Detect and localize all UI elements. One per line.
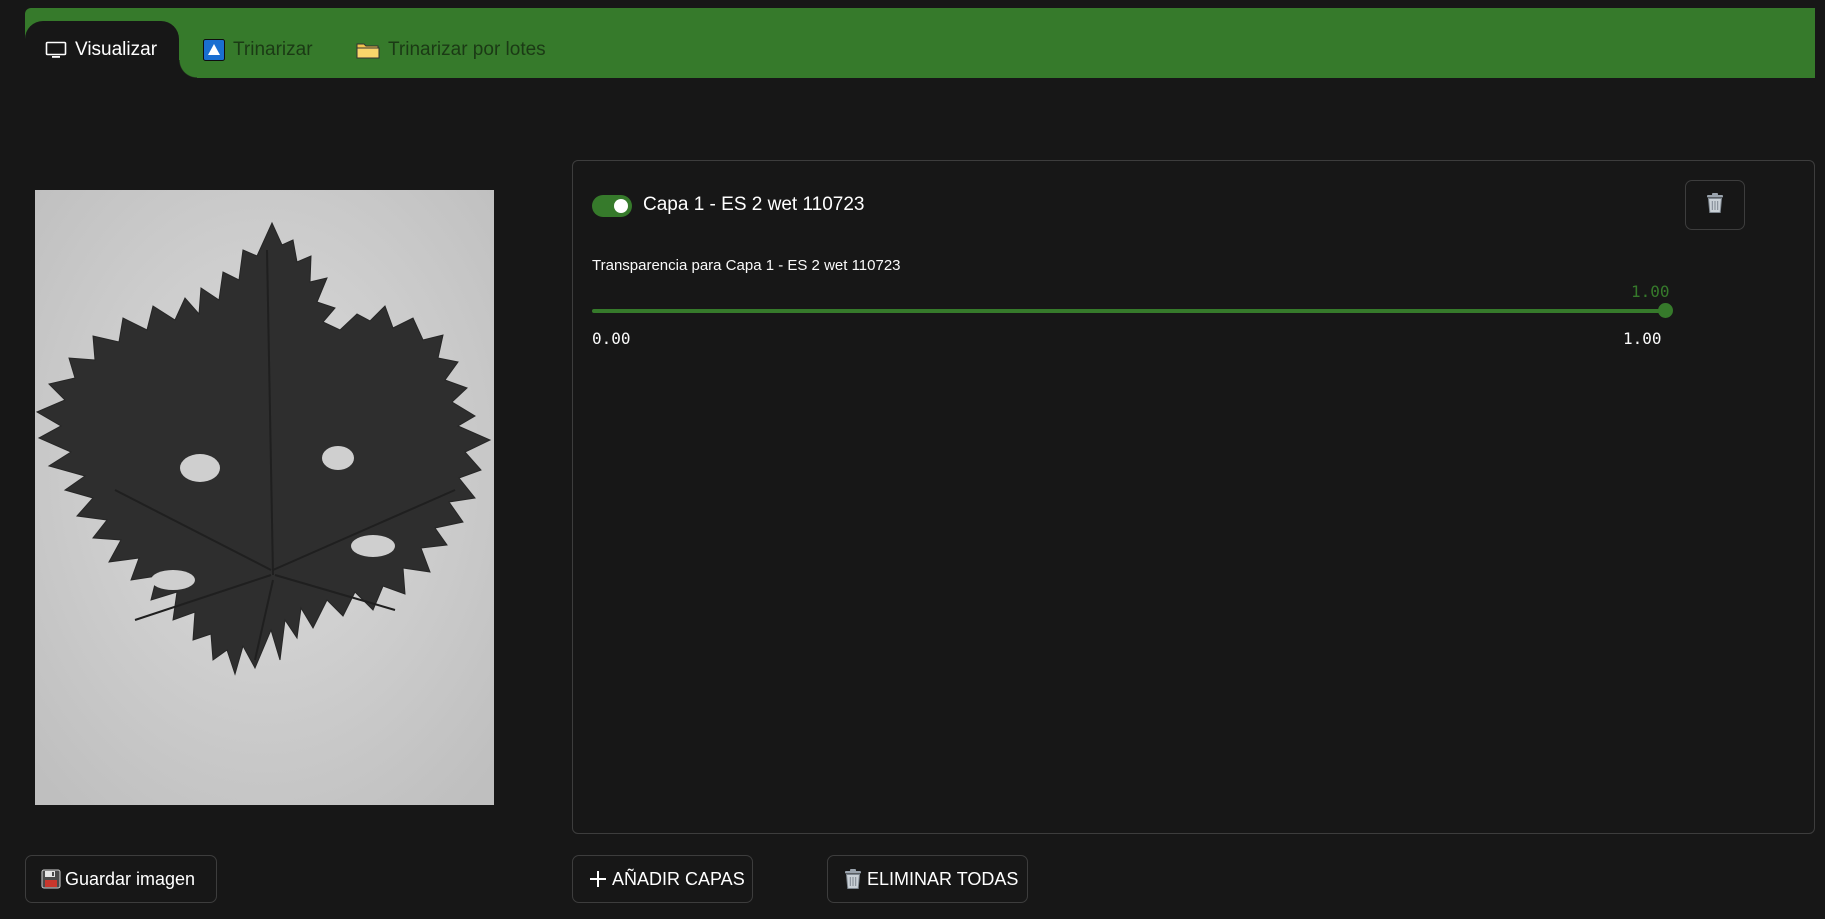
delete-all-label: ELIMINAR TODAS [867, 868, 1019, 889]
opacity-slider-thumb[interactable] [1658, 303, 1673, 318]
leaf-image [35, 190, 494, 805]
tab-label: Visualizar [75, 38, 158, 60]
triangle-icon [203, 39, 225, 61]
floppy-disk-icon [41, 869, 61, 889]
save-image-button[interactable]: Guardar imagen [25, 855, 217, 903]
opacity-slider-track[interactable] [592, 309, 1665, 313]
tab-label: Trinarizar [233, 39, 313, 60]
folder-icon [356, 41, 380, 59]
tab-trinarizar-por-lotes[interactable]: Trinarizar por lotes [356, 22, 546, 78]
add-layers-label: AÑADIR CAPAS [612, 868, 745, 889]
opacity-slider-label: Transparencia para Capa 1 - ES 2 wet 110… [592, 257, 901, 274]
tab-visualizar[interactable]: Visualizar [25, 21, 198, 78]
toggle-knob [614, 199, 628, 213]
save-image-label: Guardar imagen [65, 868, 196, 889]
tab-bar: Visualizar Trinarizar Trinarizar por lot… [25, 8, 1815, 78]
add-layers-button[interactable]: AÑADIR CAPAS [572, 855, 753, 903]
image-preview [35, 190, 494, 805]
tab-trinarizar[interactable]: Trinarizar [203, 22, 313, 78]
layer-visibility-toggle[interactable] [592, 195, 632, 217]
opacity-slider-min: 0.00 [592, 329, 631, 348]
tab-label: Trinarizar por lotes [388, 39, 546, 60]
delete-all-button[interactable]: ELIMINAR TODAS [827, 855, 1028, 903]
opacity-slider-max: 1.00 [1623, 329, 1662, 348]
monitor-icon [45, 41, 67, 59]
layers-panel: Capa 1 - ES 2 wet 110723 Transparencia p… [572, 160, 1815, 834]
plus-icon [588, 869, 608, 889]
trash-icon [1705, 192, 1725, 219]
opacity-slider-value: 1.00 [1631, 282, 1670, 301]
layer-name: Capa 1 - ES 2 wet 110723 [643, 194, 865, 215]
trash-icon [843, 868, 863, 890]
delete-layer-button[interactable] [1685, 180, 1745, 230]
